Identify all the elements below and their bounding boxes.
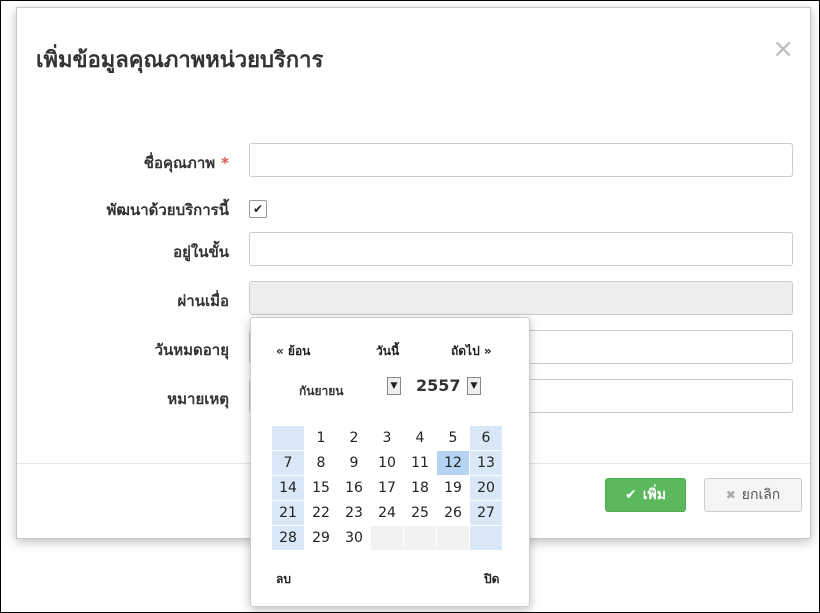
note-label: หมายเหตุ (167, 390, 229, 408)
passed-date-input[interactable] (249, 281, 793, 315)
check-icon: ✔ (625, 487, 637, 503)
passed-label: ผ่านเมื่อ (177, 292, 230, 310)
datepicker-day-13[interactable]: 13 (470, 451, 502, 475)
datepicker-day-11[interactable]: 11 (404, 451, 436, 475)
cancel-button[interactable]: ✖ ยกเลิก (704, 478, 802, 512)
datepicker-day-15[interactable]: 15 (305, 476, 337, 500)
developed-checkbox[interactable]: ✔ (249, 200, 267, 218)
quality-name-label-text: ชื่อคุณภาพ (143, 154, 216, 172)
datepicker-day-20[interactable]: 20 (470, 476, 502, 500)
datepicker-day-5[interactable]: 5 (437, 426, 469, 450)
year-dropdown-icon[interactable]: ▼ (467, 377, 481, 395)
datepicker-day-27[interactable]: 27 (470, 501, 502, 525)
datepicker-empty-cell (371, 526, 403, 550)
form-row-developed: พัฒนาด้วยบริการนี้ ✔ (17, 190, 810, 226)
datepicker-day-10[interactable]: 10 (371, 451, 403, 475)
datepicker-popup: « ย้อน วันนี้ ถัดไป » กันยายน ▼ 2557 ▼ 1… (250, 317, 530, 607)
form-row-passed: ผ่านเมื่อ (17, 281, 810, 317)
datepicker-empty-cell (470, 526, 502, 550)
level-label: อยู่ในขั้น (173, 243, 229, 261)
datepicker-day-16[interactable]: 16 (338, 476, 370, 500)
required-mark: * (221, 154, 229, 172)
add-button[interactable]: ✔ เพิ่ม (605, 478, 686, 512)
datepicker-day-23[interactable]: 23 (338, 501, 370, 525)
expire-label: วันหมดอายุ (154, 341, 229, 359)
month-dropdown-icon[interactable]: ▼ (387, 377, 401, 395)
level-input[interactable] (249, 232, 793, 266)
x-icon: ✖ (725, 488, 736, 502)
datepicker-day-28[interactable]: 28 (272, 526, 304, 550)
form-row-quality-name: ชื่อคุณภาพ * (17, 143, 810, 179)
datepicker-day-9[interactable]: 9 (338, 451, 370, 475)
datepicker-day-19[interactable]: 19 (437, 476, 469, 500)
datepicker-day-17[interactable]: 17 (371, 476, 403, 500)
datepicker-day-18[interactable]: 18 (404, 476, 436, 500)
datepicker-day-25[interactable]: 25 (404, 501, 436, 525)
datepicker-clear-link[interactable]: ลบ (276, 570, 291, 589)
datepicker-day-30[interactable]: 30 (338, 526, 370, 550)
cancel-button-label: ยกเลิก (741, 487, 781, 503)
quality-name-input[interactable] (249, 143, 793, 177)
datepicker-day-3[interactable]: 3 (371, 426, 403, 450)
datepicker-day-grid: 1 2 3 4 5 6 7 8 9 10 11 12 13 14 15 16 17 18 19 20 21 22 23 24 2… (272, 426, 502, 550)
check-icon: ✔ (252, 202, 264, 216)
datepicker-day-21[interactable]: 21 (272, 501, 304, 525)
add-button-label: เพิ่ม (642, 487, 666, 503)
datepicker-next-link[interactable]: ถัดไป » (451, 342, 492, 361)
datepicker-day-26[interactable]: 26 (437, 501, 469, 525)
datepicker-day-29[interactable]: 29 (305, 526, 337, 550)
datepicker-day-14[interactable]: 14 (272, 476, 304, 500)
datepicker-today-link[interactable]: วันนี้ (376, 342, 399, 361)
datepicker-day-4[interactable]: 4 (404, 426, 436, 450)
datepicker-day-8[interactable]: 8 (305, 451, 337, 475)
datepicker-prev-link[interactable]: « ย้อน (276, 342, 310, 361)
quality-name-label: ชื่อคุณภาพ * (144, 151, 229, 175)
datepicker-day-2[interactable]: 2 (338, 426, 370, 450)
datepicker-day-1[interactable]: 1 (305, 426, 337, 450)
datepicker-close-link[interactable]: ปิด (484, 570, 499, 589)
modal-header: เพิ่มข้อมูลคุณภาพหน่วยบริการ × (17, 8, 810, 108)
form-row-level: อยู่ในขั้น (17, 232, 810, 268)
datepicker-day-6[interactable]: 6 (470, 426, 502, 450)
datepicker-empty-cell (437, 526, 469, 550)
developed-label: พัฒนาด้วยบริการนี้ (106, 201, 229, 219)
datepicker-year-label: 2557 (416, 376, 461, 395)
datepicker-day-22[interactable]: 22 (305, 501, 337, 525)
datepicker-empty-cell (272, 426, 304, 450)
datepicker-month-label: กันยายน (299, 384, 344, 398)
datepicker-day-24[interactable]: 24 (371, 501, 403, 525)
datepicker-empty-cell (404, 526, 436, 550)
close-icon[interactable]: × (772, 36, 794, 62)
datepicker-day-12[interactable]: 12 (437, 451, 469, 475)
datepicker-day-7[interactable]: 7 (272, 451, 304, 475)
modal-title: เพิ่มข้อมูลคุณภาพหน่วยบริการ (36, 48, 324, 73)
